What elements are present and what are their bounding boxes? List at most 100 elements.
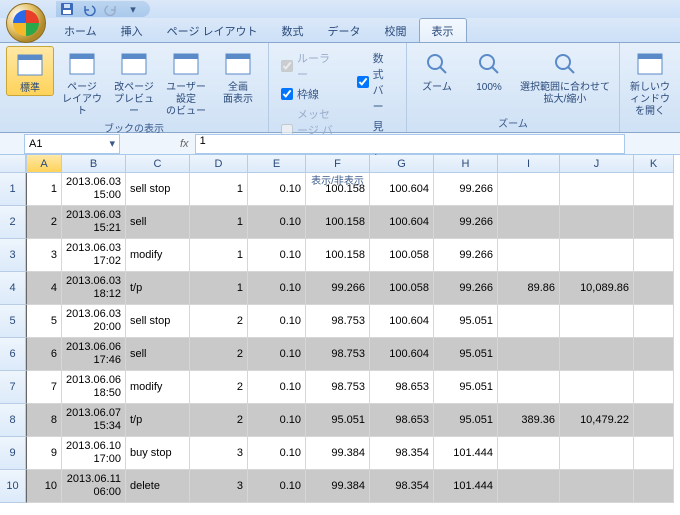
cell[interactable]: 0.10 <box>248 173 306 206</box>
cell[interactable] <box>634 206 674 239</box>
cell[interactable]: 7 <box>26 371 62 404</box>
tab-6[interactable]: 表示 <box>419 18 467 42</box>
tab-3[interactable]: 数式 <box>270 19 316 42</box>
check-数式バー[interactable]: 数式バー <box>357 50 394 114</box>
cell[interactable]: sell <box>126 206 190 239</box>
page-layout-button[interactable]: ページレイアウト <box>58 46 106 118</box>
cell[interactable]: 2013.06.0618:50 <box>62 371 126 404</box>
office-button[interactable] <box>6 3 46 43</box>
cell[interactable]: 100.058 <box>370 272 434 305</box>
fullscreen-button[interactable]: 全画面表示 <box>214 46 262 106</box>
cell[interactable]: 99.384 <box>306 437 370 470</box>
col-header-E[interactable]: E <box>248 155 306 173</box>
col-header-F[interactable]: F <box>306 155 370 173</box>
undo-icon[interactable] <box>78 1 100 17</box>
cell[interactable]: 2013.06.0320:00 <box>62 305 126 338</box>
tab-5[interactable]: 校閲 <box>373 19 419 42</box>
cell[interactable]: 99.266 <box>434 173 498 206</box>
cell[interactable]: sell stop <box>126 305 190 338</box>
cell[interactable]: 0.10 <box>248 404 306 437</box>
cell[interactable]: 1 <box>190 173 248 206</box>
cell[interactable]: 98.354 <box>370 470 434 503</box>
normal-view-button[interactable]: 標準 <box>6 46 54 96</box>
cell[interactable]: delete <box>126 470 190 503</box>
cell[interactable] <box>560 437 634 470</box>
cell[interactable]: 101.444 <box>434 470 498 503</box>
cell[interactable] <box>634 272 674 305</box>
cell[interactable]: 98.753 <box>306 338 370 371</box>
col-header-G[interactable]: G <box>370 155 434 173</box>
cell[interactable] <box>634 173 674 206</box>
cell[interactable]: 2013.06.0315:00 <box>62 173 126 206</box>
cell[interactable]: 100.058 <box>370 239 434 272</box>
cell[interactable] <box>634 338 674 371</box>
cell[interactable]: 89.86 <box>498 272 560 305</box>
cell[interactable]: 2 <box>190 371 248 404</box>
cell[interactable]: 2 <box>26 206 62 239</box>
select-all-corner[interactable] <box>0 155 26 173</box>
tab-0[interactable]: ホーム <box>52 19 109 42</box>
page-break-button[interactable]: 改ページプレビュー <box>110 46 158 118</box>
tab-2[interactable]: ページ レイアウト <box>155 19 270 42</box>
cell[interactable]: 6 <box>26 338 62 371</box>
cell[interactable]: 101.444 <box>434 437 498 470</box>
new-window-button[interactable]: 新しいウィンドウを開く <box>626 46 674 118</box>
cell[interactable]: 3 <box>26 239 62 272</box>
cell[interactable]: 4 <box>26 272 62 305</box>
cell[interactable]: 0.10 <box>248 272 306 305</box>
spreadsheet-grid[interactable]: 12345678910 ABCDEFGHIJK 12013.06.0315:00… <box>0 155 680 515</box>
cell[interactable]: 1 <box>190 272 248 305</box>
col-header-D[interactable]: D <box>190 155 248 173</box>
cell[interactable]: 95.051 <box>434 404 498 437</box>
cell[interactable] <box>634 239 674 272</box>
cell[interactable]: buy stop <box>126 437 190 470</box>
col-header-A[interactable]: A <box>26 155 62 173</box>
cell[interactable]: 100.604 <box>370 173 434 206</box>
chevron-down-icon[interactable]: ▾ <box>109 137 115 150</box>
col-header-H[interactable]: H <box>434 155 498 173</box>
cell[interactable]: 100.604 <box>370 305 434 338</box>
cell[interactable] <box>634 437 674 470</box>
row-header[interactable]: 4 <box>0 272 26 305</box>
row-header[interactable]: 6 <box>0 338 26 371</box>
cell[interactable] <box>498 173 560 206</box>
custom-view-button[interactable]: ユーザー設定のビュー <box>162 46 210 118</box>
row-header[interactable]: 8 <box>0 404 26 437</box>
cell[interactable]: 389.36 <box>498 404 560 437</box>
cell[interactable]: 98.753 <box>306 371 370 404</box>
cell[interactable]: 2 <box>190 338 248 371</box>
formula-input[interactable]: 1 <box>195 134 625 154</box>
cell[interactable]: 100.158 <box>306 173 370 206</box>
cell[interactable]: 100.604 <box>370 338 434 371</box>
redo-icon[interactable] <box>100 1 122 17</box>
cell[interactable]: 0.10 <box>248 338 306 371</box>
cell[interactable]: 9 <box>26 437 62 470</box>
check-枠線[interactable]: 枠線 <box>281 86 341 102</box>
cell[interactable]: modify <box>126 371 190 404</box>
cell[interactable]: 2013.06.0715:34 <box>62 404 126 437</box>
cell[interactable] <box>634 305 674 338</box>
cell[interactable]: 99.266 <box>434 272 498 305</box>
tab-1[interactable]: 挿入 <box>109 19 155 42</box>
row-header[interactable]: 5 <box>0 305 26 338</box>
col-header-B[interactable]: B <box>62 155 126 173</box>
cell[interactable] <box>560 239 634 272</box>
cell[interactable] <box>634 371 674 404</box>
name-box[interactable]: A1 ▾ <box>24 134 120 154</box>
cell[interactable] <box>498 239 560 272</box>
cell[interactable]: 2013.06.0318:12 <box>62 272 126 305</box>
cell[interactable]: 5 <box>26 305 62 338</box>
row-header[interactable]: 1 <box>0 173 26 206</box>
tab-4[interactable]: データ <box>316 19 373 42</box>
cell[interactable]: 2013.06.0617:46 <box>62 338 126 371</box>
cell[interactable]: 98.653 <box>370 371 434 404</box>
cell[interactable]: 3 <box>190 470 248 503</box>
cell[interactable]: 95.051 <box>434 305 498 338</box>
cell[interactable]: 2013.06.0315:21 <box>62 206 126 239</box>
cell[interactable] <box>498 371 560 404</box>
cell[interactable]: 100.604 <box>370 206 434 239</box>
col-header-I[interactable]: I <box>498 155 560 173</box>
cell[interactable]: 98.653 <box>370 404 434 437</box>
cell[interactable]: 10,479.22 <box>560 404 634 437</box>
cell[interactable]: 2013.06.1106:00 <box>62 470 126 503</box>
